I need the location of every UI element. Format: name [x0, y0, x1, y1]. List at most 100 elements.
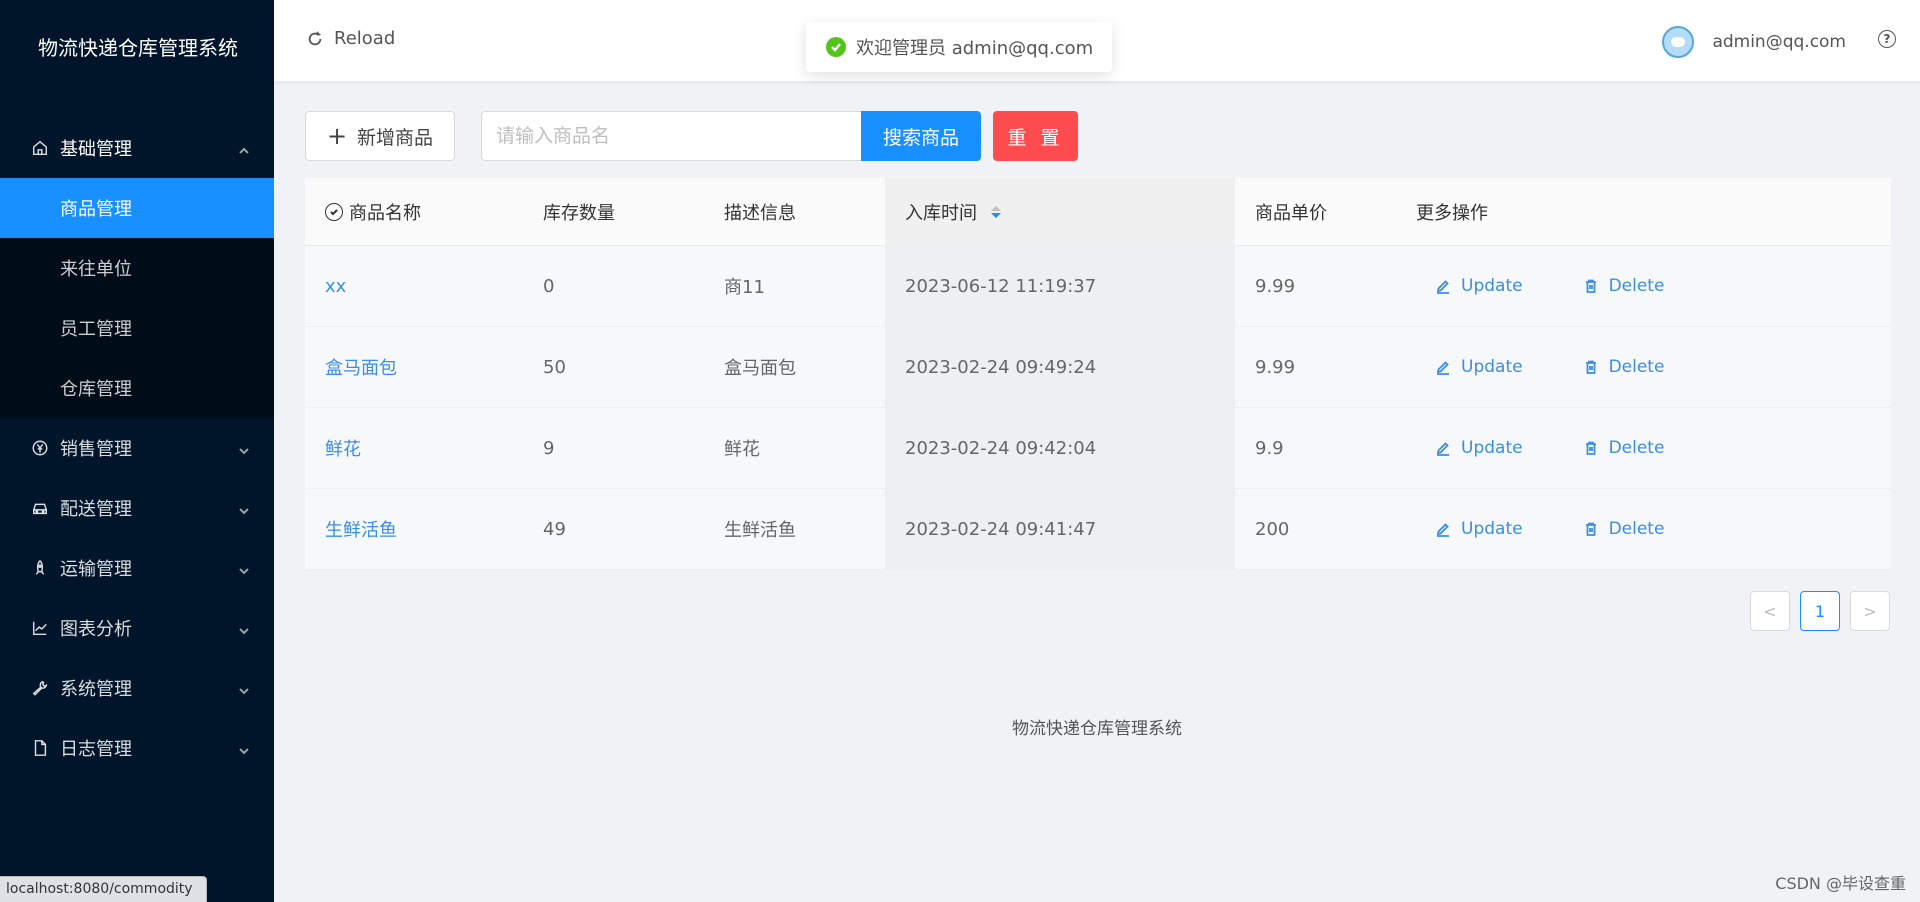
- stock-cell: 50: [543, 356, 566, 378]
- price-cell: 9.99: [1255, 275, 1296, 297]
- welcome-toast: 欢迎管理员 admin@qq.com: [806, 22, 1112, 72]
- add-commodity-button[interactable]: + 新增商品: [305, 111, 455, 161]
- reload-label: Reload: [334, 28, 396, 49]
- column-header-desc: 描述信息: [724, 202, 796, 224]
- trash-icon: [1585, 441, 1596, 455]
- delete-button[interactable]: Delete: [1583, 438, 1665, 458]
- update-button[interactable]: Update: [1435, 519, 1523, 539]
- trash-icon: [1585, 360, 1596, 374]
- column-header-name[interactable]: 商品名称: [305, 199, 523, 225]
- stock-cell: 0: [543, 275, 555, 297]
- menu-group-label: 配送管理: [60, 499, 132, 520]
- update-button[interactable]: Update: [1435, 438, 1523, 458]
- price-cell: 9.99: [1255, 356, 1296, 378]
- commodity-name-link[interactable]: xx: [325, 276, 346, 297]
- chevron-down-icon: [238, 741, 252, 755]
- update-label: Update: [1461, 519, 1523, 539]
- column-header-actions: 更多操作: [1416, 202, 1488, 224]
- column-header-label: 商品名称: [349, 202, 421, 224]
- check-circle-icon: [826, 37, 846, 57]
- delete-button[interactable]: Delete: [1583, 276, 1665, 296]
- column-header-time[interactable]: 入库时间: [885, 177, 1235, 246]
- line-chart-icon: [30, 618, 50, 638]
- edit-icon: [1436, 442, 1449, 456]
- help-icon[interactable]: ?: [1878, 30, 1896, 48]
- wrench-icon: [30, 678, 50, 698]
- desc-cell: 生鲜活鱼: [724, 520, 796, 541]
- search-button[interactable]: 搜索商品: [861, 111, 981, 161]
- commodity-name-link[interactable]: 盒马面包: [325, 354, 397, 380]
- menu-group-transport[interactable]: 运输管理: [0, 538, 274, 598]
- menu-group-charts[interactable]: 图表分析: [0, 598, 274, 658]
- search-input[interactable]: [481, 111, 861, 161]
- time-cell: 2023-06-12 11:19:37: [885, 246, 1235, 326]
- menu-group-basic[interactable]: 基础管理: [0, 118, 274, 178]
- menu-item-partners[interactable]: 来往单位: [0, 238, 274, 298]
- delete-label: Delete: [1608, 519, 1665, 539]
- chevron-down-icon: [238, 621, 252, 635]
- trash-icon: [1585, 522, 1596, 536]
- update-button[interactable]: Update: [1435, 357, 1523, 377]
- stock-cell: 49: [543, 518, 566, 540]
- menu-group-label: 图表分析: [60, 619, 132, 640]
- delete-label: Delete: [1608, 357, 1665, 377]
- menu-group-delivery[interactable]: 配送管理: [0, 478, 274, 538]
- sidebar: 物流快递仓库管理系统 基础管理 商品管理 来往单位 员工管理 仓库管理 销售管理…: [0, 0, 274, 902]
- table-row: 生鲜活鱼 49 生鲜活鱼 2023-02-24 09:41:47 200 Upd…: [305, 489, 1891, 570]
- menu-group-label: 系统管理: [60, 679, 132, 700]
- reset-button[interactable]: 重 置: [993, 111, 1078, 161]
- delete-label: Delete: [1608, 438, 1665, 458]
- menu-group-label: 基础管理: [60, 139, 132, 160]
- add-commodity-label: 新增商品: [357, 126, 434, 149]
- delete-button[interactable]: Delete: [1583, 357, 1665, 377]
- update-label: Update: [1461, 438, 1523, 458]
- menu-group-sales[interactable]: 销售管理: [0, 418, 274, 478]
- menu-group-system[interactable]: 系统管理: [0, 658, 274, 718]
- yen-icon: [30, 438, 50, 458]
- chevron-down-icon: [238, 441, 252, 455]
- update-label: Update: [1461, 276, 1523, 296]
- edit-icon: [1436, 361, 1449, 375]
- pagination: < 1 >: [1740, 591, 1890, 631]
- stock-cell: 9: [543, 437, 555, 459]
- menu-item-commodity[interactable]: 商品管理: [0, 178, 274, 238]
- prev-page-button[interactable]: <: [1750, 591, 1790, 631]
- menu-item-staff[interactable]: 员工管理: [0, 298, 274, 358]
- car-icon: [30, 498, 50, 518]
- desc-cell: 鲜花: [724, 439, 760, 460]
- time-cell: 2023-02-24 09:41:47: [885, 489, 1235, 569]
- update-label: Update: [1461, 357, 1523, 377]
- table-row: 盒马面包 50 盒马面包 2023-02-24 09:49:24 9.99 Up…: [305, 327, 1891, 408]
- update-button[interactable]: Update: [1435, 276, 1523, 296]
- menu-group-label: 销售管理: [60, 439, 132, 460]
- reload-button[interactable]: Reload: [306, 28, 395, 49]
- home-icon: [30, 138, 50, 158]
- chevron-up-icon: [238, 141, 252, 155]
- commodity-name-link[interactable]: 生鲜活鱼: [325, 516, 397, 542]
- table-row: xx 0 商11 2023-06-12 11:19:37 9.99 Update…: [305, 246, 1891, 327]
- table-row: 鲜花 9 鲜花 2023-02-24 09:42:04 9.9 Update D…: [305, 408, 1891, 489]
- submenu-basic: 商品管理 来往单位 员工管理 仓库管理: [0, 178, 274, 418]
- chevron-down-icon: [238, 561, 252, 575]
- avatar: [1662, 26, 1695, 58]
- sort-icon[interactable]: [991, 205, 1001, 218]
- user-email: admin@qq.com: [1712, 32, 1846, 52]
- time-cell: 2023-02-24 09:49:24: [885, 327, 1235, 407]
- app-title: 物流快递仓库管理系统: [38, 36, 238, 60]
- next-page-button[interactable]: >: [1850, 591, 1890, 631]
- delete-button[interactable]: Delete: [1583, 519, 1665, 539]
- delete-label: Delete: [1608, 276, 1665, 296]
- commodity-table: 商品名称 库存数量 描述信息 入库时间 商品单价 更多操作 xx 0 商11 2…: [305, 177, 1891, 570]
- user-menu[interactable]: admin@qq.com: [1662, 26, 1846, 58]
- menu-group-logs[interactable]: 日志管理: [0, 718, 274, 778]
- column-header-stock: 库存数量: [543, 202, 615, 224]
- commodity-name-link[interactable]: 鲜花: [325, 435, 361, 461]
- menu-group-label: 运输管理: [60, 559, 132, 580]
- page-1-button[interactable]: 1: [1800, 591, 1840, 631]
- edit-icon: [1436, 280, 1449, 294]
- menu-item-warehouse[interactable]: 仓库管理: [0, 358, 274, 418]
- price-cell: 9.9: [1255, 437, 1284, 459]
- toast-message: 欢迎管理员 admin@qq.com: [856, 38, 1094, 59]
- desc-cell: 盒马面包: [724, 358, 796, 379]
- status-bar-url: localhost:8080/commodity: [0, 876, 207, 902]
